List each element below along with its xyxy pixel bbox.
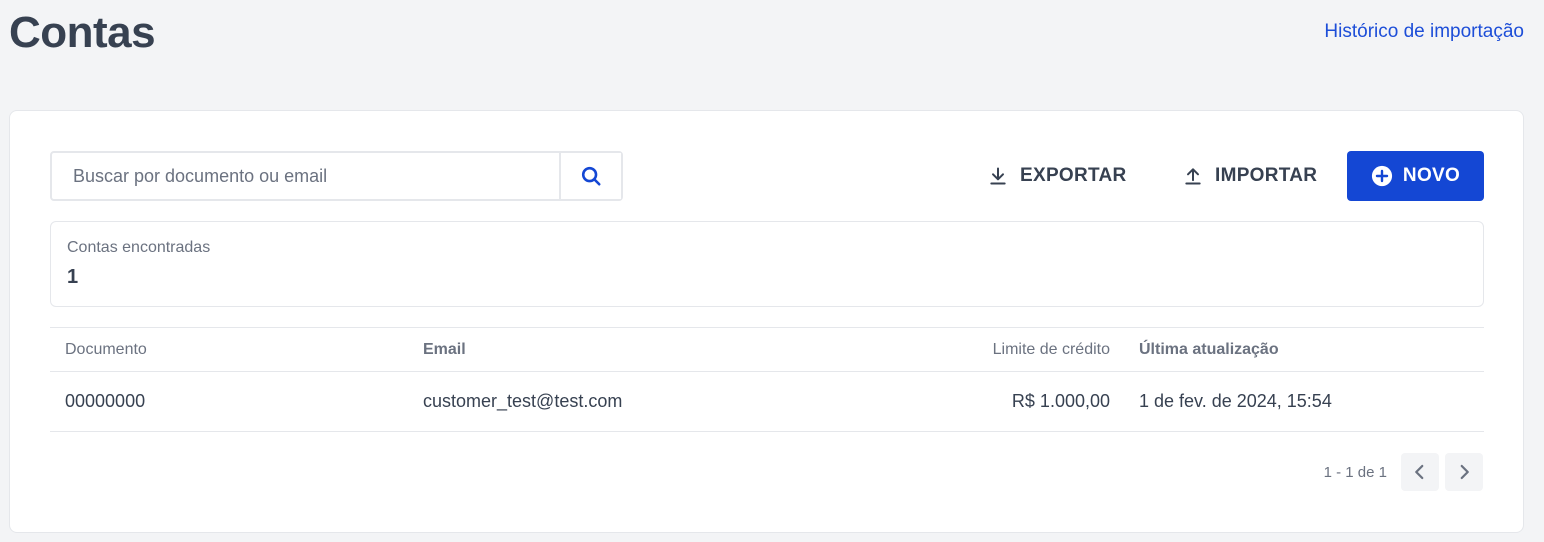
counter-label: Contas encontradas — [67, 239, 211, 256]
search-icon — [581, 166, 601, 186]
cell-last-update: 1 de fev. de 2024, 15:54 — [1139, 391, 1332, 411]
import-history-link[interactable]: Histórico de importação — [1324, 21, 1524, 43]
accounts-card: EXPORTAR IMPORTAR NOVO Contas encontrada… — [9, 110, 1524, 533]
cell-credit-limit: R$ 1.000,00 — [1011, 391, 1110, 411]
import-label: IMPORTAR — [1215, 165, 1318, 186]
column-header-document[interactable]: Documento — [65, 328, 147, 371]
download-icon — [990, 167, 1006, 185]
column-header-credit-limit[interactable]: Limite de crédito — [993, 328, 1110, 371]
pagination-info: 1 - 1 de 1 — [1323, 463, 1387, 481]
new-label: NOVO — [1402, 165, 1461, 186]
pagination: 1 - 1 de 1 — [1324, 453, 1483, 491]
upload-icon — [1185, 168, 1201, 185]
previous-page-button[interactable] — [1401, 453, 1439, 491]
table-header: Documento Email Limite de crédito Última… — [50, 327, 1484, 372]
cell-email: customer_test@test.com — [423, 391, 623, 411]
export-label: EXPORTAR — [1020, 165, 1127, 186]
new-account-button[interactable]: NOVO — [1347, 151, 1484, 201]
search-input[interactable] — [52, 153, 559, 199]
accounts-table: Documento Email Limite de crédito Última… — [50, 327, 1484, 432]
counter-value: 1 — [67, 266, 79, 288]
cell-document: 00000000 — [65, 391, 146, 411]
plus-circle-icon — [1371, 165, 1393, 187]
next-page-button[interactable] — [1445, 453, 1483, 491]
search-bar — [50, 151, 623, 201]
search-button[interactable] — [559, 153, 621, 199]
results-counter: Contas encontradas 1 — [50, 221, 1484, 307]
import-button[interactable]: IMPORTAR — [1183, 151, 1317, 201]
page-title: Contas — [9, 8, 156, 57]
column-header-last-update[interactable]: Última atualização — [1139, 328, 1279, 371]
export-button[interactable]: EXPORTAR — [988, 151, 1127, 201]
chevron-left-icon — [1415, 464, 1424, 480]
chevron-right-icon — [1460, 464, 1469, 480]
column-header-email[interactable]: Email — [423, 328, 466, 371]
table-row[interactable]: 00000000 customer_test@test.com R$ 1.000… — [50, 372, 1484, 432]
